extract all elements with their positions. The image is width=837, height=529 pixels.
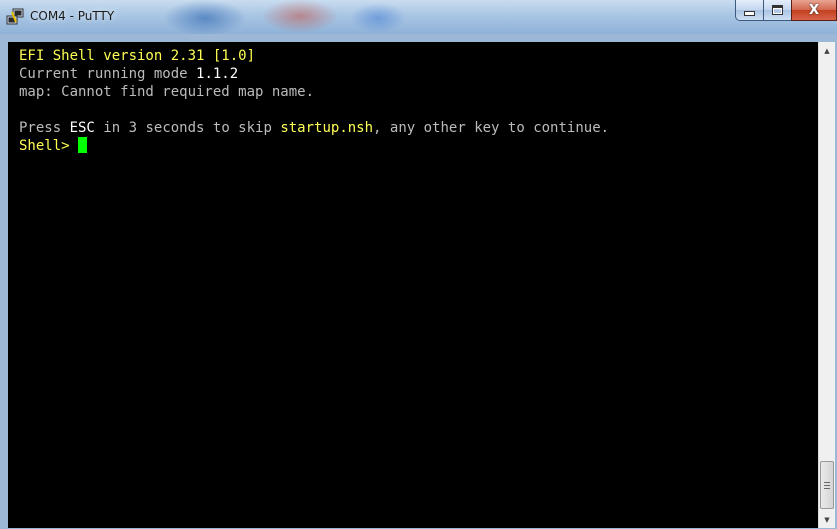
map-error-text: map: Cannot find required map name. — [19, 84, 315, 100]
close-icon: X — [808, 2, 820, 18]
startup-prompt-text: Press — [19, 120, 70, 136]
startup-prompt-text: seconds to skip — [137, 120, 281, 136]
window-controls: X — [735, 0, 837, 21]
scroll-up-arrow-icon[interactable]: ▲ — [819, 42, 835, 59]
running-mode-value: 1.1.2 — [196, 66, 239, 82]
putty-window: COM4 - PuTTY X EFI Shell version 2.31 [1… — [0, 0, 837, 529]
terminal-line: Press ESC in 3 seconds to skip startup.n… — [8, 119, 818, 137]
esc-key-text: ESC — [69, 120, 95, 136]
startup-prompt-text: , any other key to continue. — [373, 120, 610, 136]
maximize-button[interactable] — [763, 0, 791, 21]
scroll-down-arrow-icon[interactable]: ▼ — [819, 511, 835, 528]
startup-file-name: startup.nsh — [280, 120, 374, 136]
terminal-line: Current running mode 1.1.2 — [8, 65, 818, 83]
maximize-icon — [772, 5, 783, 15]
grip-icon — [824, 481, 830, 489]
vertical-scrollbar[interactable]: ▲ ▼ — [818, 42, 835, 528]
running-mode-label: Current running mode — [19, 66, 197, 82]
putty-app-icon[interactable] — [6, 8, 24, 26]
startup-prompt-text: in — [94, 120, 129, 136]
scrollbar-thumb[interactable] — [820, 461, 834, 509]
text-cursor — [78, 137, 88, 153]
shell-prompt: Shell> — [19, 138, 79, 154]
countdown-seconds: 3 — [128, 120, 138, 136]
shell-version-text: EFI Shell version 2.31 [1.0] — [19, 48, 256, 64]
title-bar[interactable]: COM4 - PuTTY X — [0, 0, 837, 34]
terminal-output[interactable]: EFI Shell version 2.31 [1.0] Current run… — [8, 42, 818, 528]
minimize-icon — [744, 11, 755, 16]
terminal-line: Shell> — [8, 137, 818, 155]
window-title: COM4 - PuTTY — [30, 9, 115, 23]
terminal-line: map: Cannot find required map name. — [8, 83, 818, 101]
close-button[interactable]: X — [791, 0, 837, 21]
terminal-line: EFI Shell version 2.31 [1.0] — [8, 47, 818, 65]
minimize-button[interactable] — [735, 0, 763, 21]
